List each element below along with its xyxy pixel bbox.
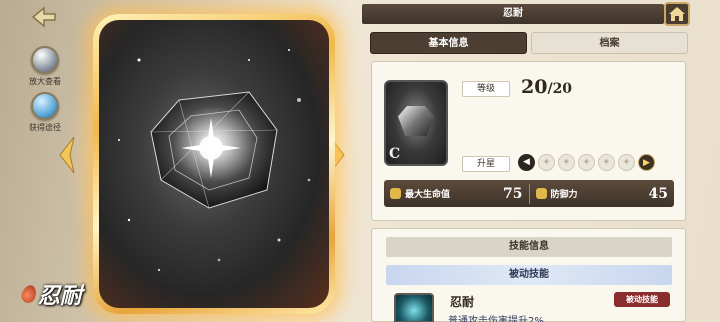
star-icon: ✦ xyxy=(618,154,635,171)
hp-icon xyxy=(390,188,401,199)
equipment-thumbnail: C xyxy=(384,80,448,166)
star-icon: ✦ xyxy=(558,154,575,171)
equipment-card xyxy=(93,14,335,314)
stat-defense: 防御力 45 xyxy=(530,186,675,202)
skill-description: 普通攻击伤害提升2% xyxy=(448,316,544,322)
home-icon xyxy=(669,7,685,21)
page-title: 忍耐 xyxy=(362,4,664,24)
star-up-label: 升星 xyxy=(462,156,510,172)
star-icon: ✦ xyxy=(598,154,615,171)
back-arrow-icon[interactable] xyxy=(30,6,58,28)
tab-archive[interactable]: 档案 xyxy=(531,32,688,54)
skill-name: 忍耐 xyxy=(450,295,475,309)
star-next-icon[interactable]: ▶ xyxy=(638,154,655,171)
tab-bar: 基本信息 档案 xyxy=(370,32,688,54)
star-prev-icon[interactable]: ◀ xyxy=(518,154,535,171)
shield-icon xyxy=(535,188,547,199)
passive-skill-header: 被动技能 xyxy=(386,265,672,285)
gem-icon xyxy=(398,106,434,136)
skill-type-badge: 被动技能 xyxy=(614,292,670,307)
basic-info-panel: C 等级 20/20 升星 ◀ ✦ ✦ ✦ ✦ ✦ ▶ 最大生命值 75 防御力… xyxy=(371,61,686,221)
magnify-icon xyxy=(31,46,59,74)
card-name-label: 忍耐 xyxy=(19,278,82,310)
card-art xyxy=(99,20,329,308)
skill-info-title: 技能信息 xyxy=(386,237,672,257)
star-row: ◀ ✦ ✦ ✦ ✦ ✦ ▶ xyxy=(518,154,655,171)
drop-icon xyxy=(19,283,39,305)
stats-bar: 最大生命值 75 防御力 45 xyxy=(384,180,674,207)
rarity-letter: C xyxy=(389,146,401,162)
zoom-view-button[interactable]: 放大查看 xyxy=(18,46,72,87)
source-icon xyxy=(31,92,59,120)
level-label: 等级 xyxy=(462,81,510,97)
skill-info-panel: 技能信息 被动技能 忍耐 被动技能 普通攻击伤害提升2% xyxy=(371,228,686,322)
gem-illustration xyxy=(118,49,311,271)
star-icon: ✦ xyxy=(578,154,595,171)
obtain-source-button[interactable]: 获得途径 xyxy=(18,92,72,133)
level-value: 20/20 xyxy=(521,76,573,98)
skill-icon xyxy=(394,293,434,322)
prev-card-arrow-icon[interactable] xyxy=(58,135,76,175)
star-icon: ✦ xyxy=(538,154,555,171)
stat-max-hp: 最大生命值 75 xyxy=(384,186,529,202)
home-button[interactable] xyxy=(664,2,690,26)
tab-basic-info[interactable]: 基本信息 xyxy=(370,32,527,54)
